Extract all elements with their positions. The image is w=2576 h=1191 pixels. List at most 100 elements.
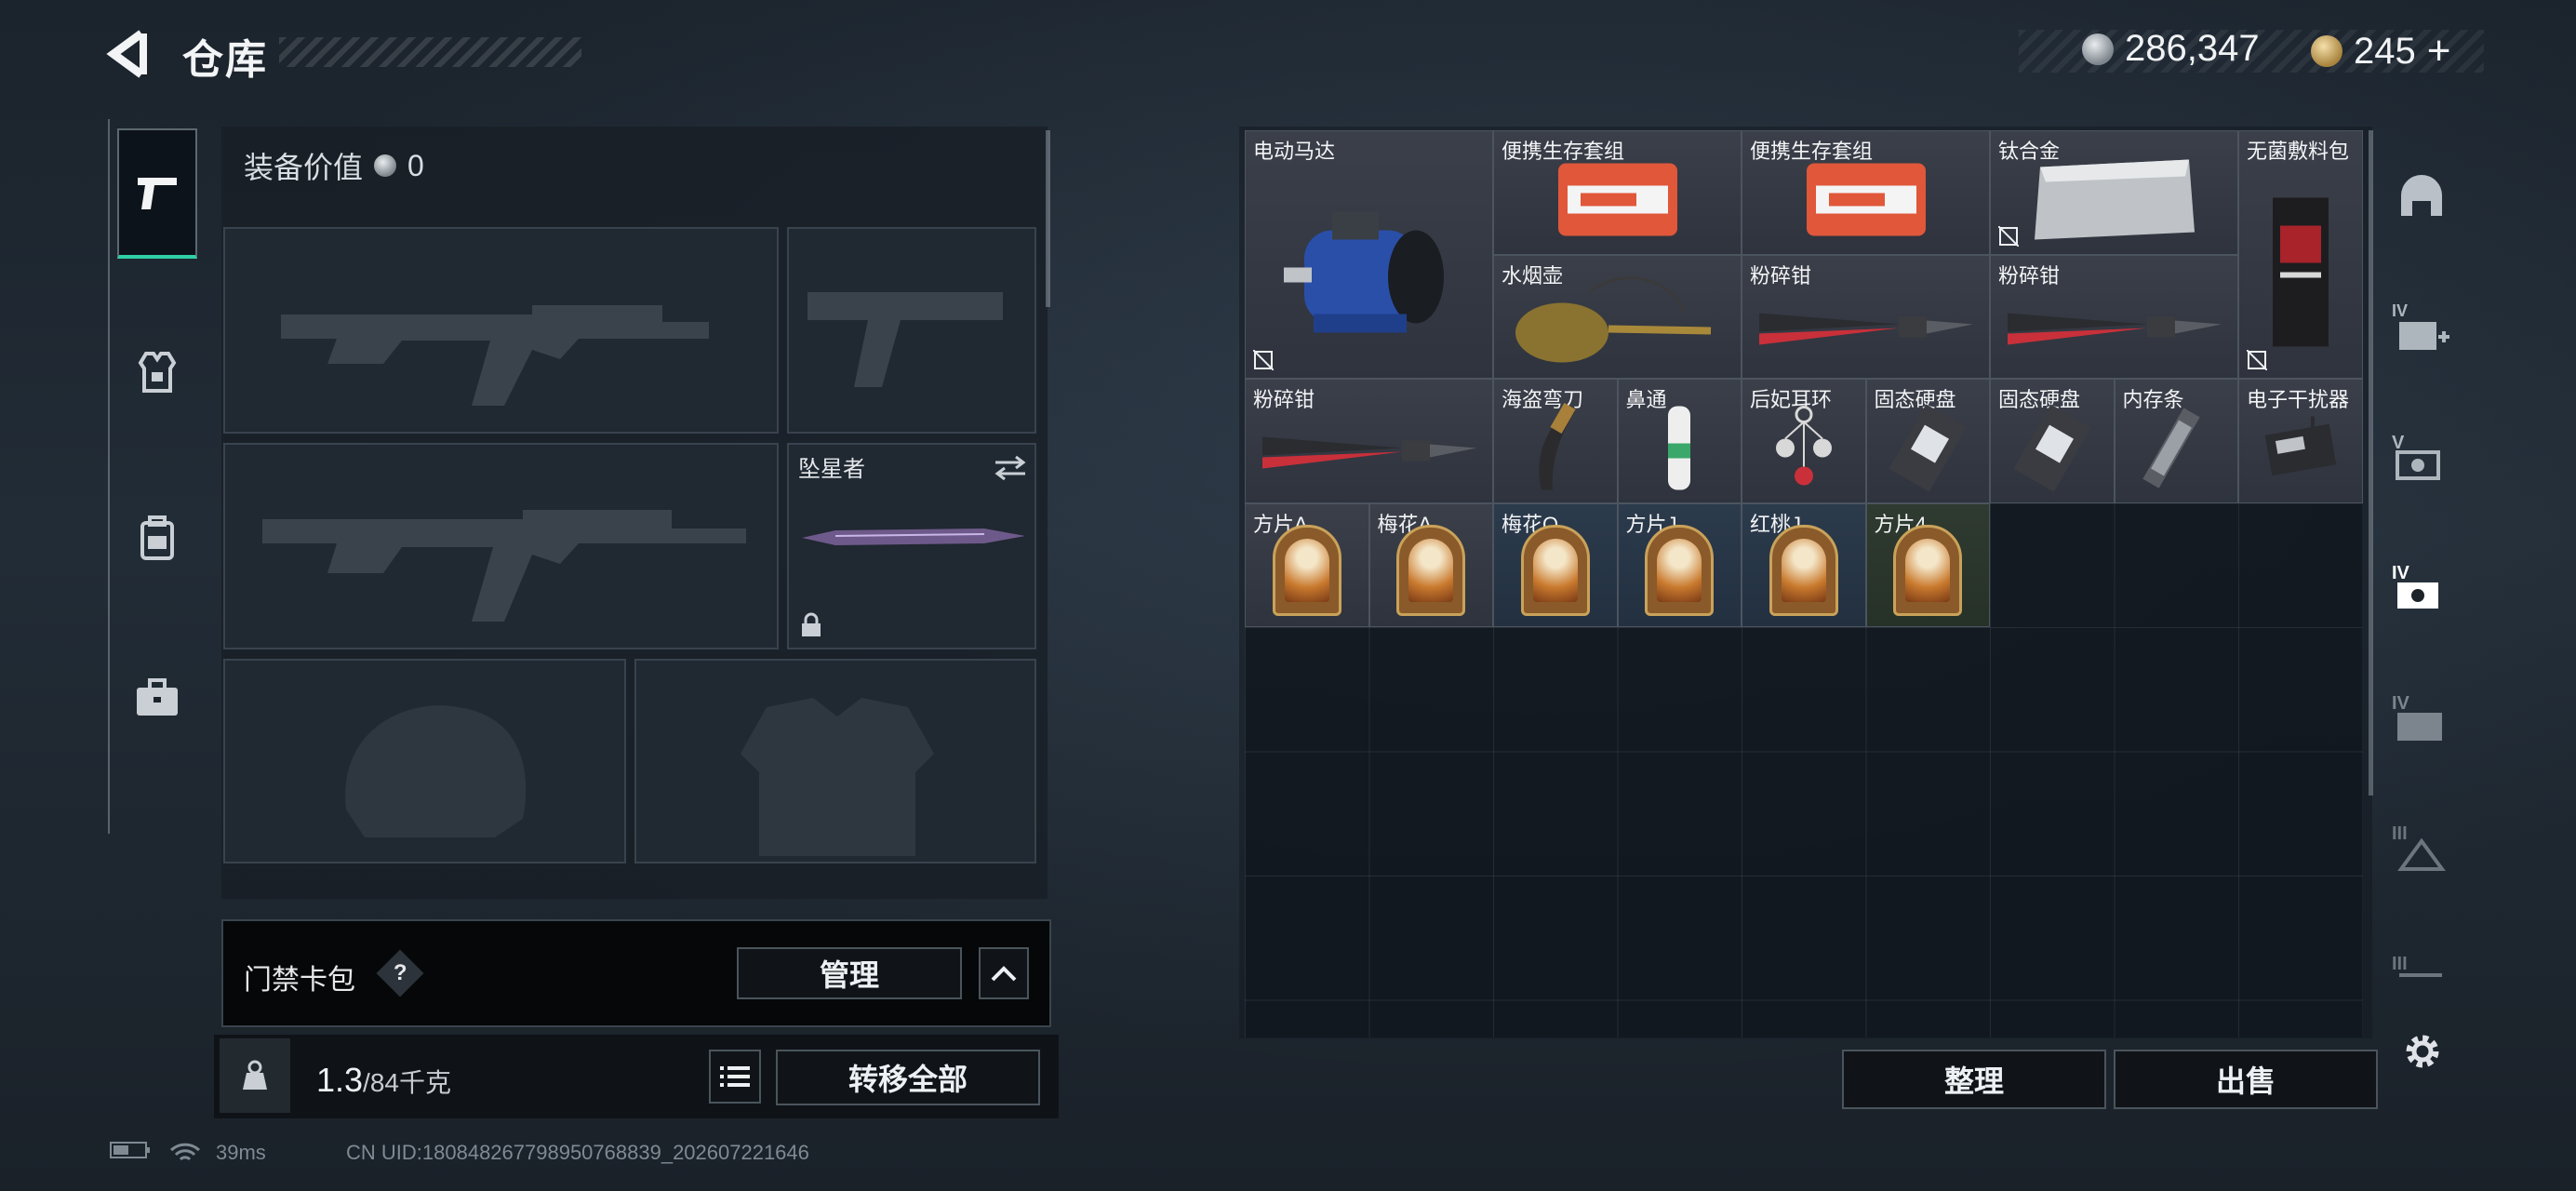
melee-slot[interactable]: 坠星者	[787, 443, 1036, 649]
warehouse-item-label: 粉碎钳	[1750, 263, 1812, 288]
warehouse-item[interactable]: 鼻通	[1617, 379, 1742, 503]
warehouse-item[interactable]: 方片4	[1865, 502, 1990, 627]
vest-icon	[138, 352, 177, 393]
tidy-button[interactable]: 整理	[1842, 1050, 2106, 1109]
folder-iv-icon: IV	[2392, 693, 2442, 741]
warehouse-item[interactable]: 梅花A	[1368, 502, 1493, 627]
back-icon[interactable]	[104, 28, 156, 80]
warehouse-item[interactable]: 后妃耳环	[1742, 379, 1866, 503]
pistol-silhouette-icon	[808, 292, 1003, 387]
card-icon	[1768, 524, 1838, 616]
right-rail-add-armor[interactable]: IV	[2382, 270, 2462, 385]
warehouse-item[interactable]: 梅花Q	[1493, 502, 1618, 627]
warehouse-item[interactable]: 粉碎钳	[1245, 379, 1493, 503]
help-label: ?	[393, 959, 407, 985]
right-rail-armor-iv[interactable]: IV	[2382, 530, 2462, 646]
silver-coin-icon	[374, 154, 397, 177]
silver-amount: 286,347	[2125, 28, 2260, 69]
svg-text:III: III	[2392, 823, 2408, 844]
svg-text:V: V	[2392, 433, 2405, 453]
wifi-icon	[169, 1141, 201, 1171]
warehouse-item[interactable]: 水烟壶	[1493, 254, 1742, 379]
armor-slot[interactable]	[634, 659, 1036, 863]
transfer-all-button[interactable]: 转移全部	[776, 1050, 1040, 1105]
pistol-icon	[138, 178, 177, 209]
bolt-cutter-icon	[1750, 296, 1982, 356]
gold-amount: 245	[2354, 30, 2416, 72]
briefcase-icon	[137, 678, 178, 716]
card-icon	[1645, 524, 1715, 616]
add-currency-button[interactable]: +	[2427, 28, 2451, 74]
warehouse-item[interactable]: 海盗弯刀	[1493, 379, 1618, 503]
warehouse-item[interactable]: 钛合金	[1990, 130, 2238, 255]
sell-button[interactable]: 出售	[2114, 1050, 2378, 1109]
right-rail-folder-iv[interactable]: IV	[2382, 661, 2462, 776]
collapse-button[interactable]	[979, 947, 1029, 999]
helmet-slot[interactable]	[223, 659, 626, 863]
equip-value: 装备价值 0	[244, 144, 424, 187]
warehouse-item[interactable]: 固态硬盘	[1865, 379, 1990, 503]
gold-currency[interactable]: 245 +	[2311, 28, 2450, 74]
survival-kit-icon	[1792, 158, 1941, 247]
backpack-icon	[140, 515, 174, 560]
warehouse-item[interactable]: 方片A	[1245, 502, 1369, 627]
sidebar-tab-weapons[interactable]	[117, 128, 197, 259]
primary-weapon-slot[interactable]	[223, 227, 779, 434]
page-title: 仓库	[182, 37, 268, 83]
silver-coin-icon	[2082, 33, 2114, 65]
right-rail-armor-v[interactable]: V	[2382, 400, 2462, 515]
warehouse-item[interactable]: 内存条	[2114, 379, 2238, 503]
loadout-scrollbar[interactable]	[1046, 130, 1050, 307]
lock-icon	[802, 612, 821, 636]
manage-button[interactable]: 管理	[737, 947, 962, 999]
warehouse-item-label: 无菌敷料包	[2247, 140, 2350, 163]
hookah-icon	[1497, 273, 1739, 378]
armor-silhouette-icon	[741, 698, 934, 856]
secondary-weapon-slot[interactable]	[223, 443, 779, 649]
weight-value: 1.3	[316, 1061, 364, 1099]
pistol-slot[interactable]	[787, 227, 1036, 434]
swap-icon[interactable]	[994, 454, 1027, 482]
right-rail-helmet[interactable]	[2382, 140, 2462, 255]
list-view-button[interactable]	[709, 1050, 761, 1104]
list-icon	[720, 1066, 750, 1087]
warehouse-grid[interactable]: 电动马达 便携生存套组 便携生存套组 钛合金 无菌敷料包 水烟壶 粉碎钳 粉碎钳 粉碎钳 海盗弯刀…	[1245, 130, 2363, 1037]
warehouse-item[interactable]: 粉碎钳	[1742, 254, 1990, 379]
inhaler-icon	[1651, 397, 1707, 502]
rifle-silhouette-icon	[281, 305, 709, 406]
warehouse-item[interactable]: 便携生存套组	[1493, 130, 1742, 255]
warehouse-item-label: 电动马达	[1253, 140, 1336, 163]
card-icon	[1520, 524, 1590, 616]
warehouse-item[interactable]: 红桃J	[1742, 502, 1866, 627]
warehouse-item[interactable]: 方片J	[1617, 502, 1742, 627]
warehouse-item[interactable]: 无菌敷料包	[2238, 130, 2363, 379]
armor-iv-icon: IV	[2392, 563, 2438, 609]
sidebar-tab-armor[interactable]	[117, 307, 197, 437]
sidebar-tab-case[interactable]	[117, 633, 197, 763]
titanium-ingot-icon	[2022, 149, 2208, 254]
card-icon	[1396, 524, 1466, 616]
rifle-silhouette-icon	[262, 510, 746, 622]
uid: CN UID:180848267798950768839_20260722164…	[346, 1141, 809, 1164]
right-rail-iii[interactable]: III	[2382, 921, 2462, 1037]
survival-kit-icon	[1543, 158, 1692, 247]
right-rail-triangle-iii[interactable]: III	[2382, 791, 2462, 906]
warehouse-item[interactable]: 便携生存套组	[1742, 130, 1990, 255]
ssd-icon	[1886, 402, 1969, 500]
settings-button[interactable]	[2398, 1027, 2447, 1076]
weight-icon	[220, 1038, 290, 1113]
warehouse-scrollbar[interactable]	[2369, 130, 2373, 796]
no-split-icon	[1252, 349, 1275, 371]
svg-text:III: III	[2392, 954, 2408, 974]
sidebar-tab-backpack[interactable]	[117, 473, 197, 603]
equip-value-amount: 0	[407, 148, 424, 182]
warehouse-item[interactable]: 粉碎钳	[1990, 254, 2238, 379]
sidebar-divider	[108, 119, 110, 834]
card-icon	[1272, 524, 1341, 616]
warehouse-item[interactable]: 电子干扰器	[2238, 379, 2363, 503]
warehouse-item[interactable]: 固态硬盘	[1990, 379, 2115, 503]
jammer-icon	[2259, 411, 2342, 490]
motor-icon	[1276, 193, 1462, 355]
warehouse-item[interactable]: 电动马达	[1245, 130, 1493, 379]
triangle-iii-icon: III	[2392, 823, 2446, 871]
